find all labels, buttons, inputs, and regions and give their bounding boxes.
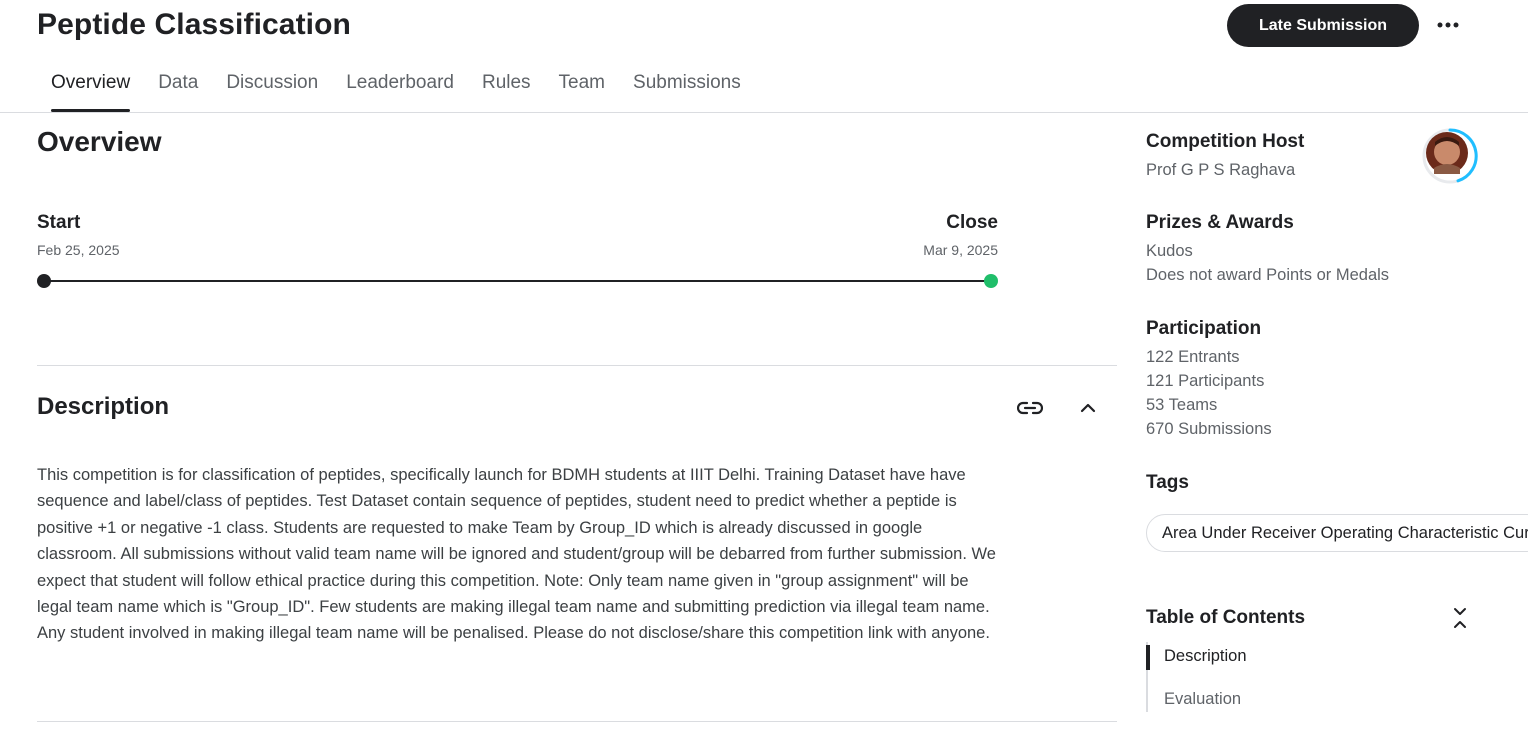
toc-active-indicator <box>1146 645 1150 670</box>
timeline-close-marker <box>984 274 998 288</box>
tab-data[interactable]: Data <box>144 60 212 112</box>
chevron-up-icon <box>1080 403 1096 413</box>
collapse-vertical-icon <box>1454 608 1466 628</box>
toc-item-evaluation[interactable]: Evaluation <box>1164 690 1241 709</box>
tab-submissions[interactable]: Submissions <box>619 60 755 112</box>
prize-value: Kudos <box>1146 242 1193 260</box>
section-divider-bottom <box>37 721 1117 722</box>
tab-leaderboard[interactable]: Leaderboard <box>332 60 468 112</box>
toc-toggle-button[interactable] <box>1446 603 1474 633</box>
tag-chip[interactable]: Area Under Receiver Operating Characteri… <box>1146 514 1528 552</box>
more-horizontal-icon <box>1437 22 1459 28</box>
timeline-close-label: Close <box>946 212 998 233</box>
host-avatar[interactable] <box>1422 128 1478 184</box>
participants-count: 121 Participants <box>1146 372 1265 390</box>
entrants-count: 122 Entrants <box>1146 348 1240 366</box>
section-divider <box>37 365 1117 366</box>
toc-item-description[interactable]: Description <box>1164 647 1247 666</box>
timeline-track <box>44 280 991 282</box>
tab-divider <box>0 112 1528 113</box>
timeline-start-marker <box>37 274 51 288</box>
host-heading: Competition Host <box>1146 131 1305 152</box>
copy-link-button[interactable] <box>1012 390 1048 426</box>
late-submission-button[interactable]: Late Submission <box>1227 4 1419 47</box>
prizes-heading: Prizes & Awards <box>1146 212 1294 233</box>
teams-count: 53 Teams <box>1146 396 1218 414</box>
overview-heading: Overview <box>37 126 162 157</box>
link-icon <box>1017 401 1043 415</box>
more-options-button[interactable] <box>1430 10 1466 40</box>
description-body: This competition is for classification o… <box>37 466 996 643</box>
prize-note: Does not award Points or Medals <box>1146 266 1390 284</box>
collapse-description-button[interactable] <box>1070 390 1106 426</box>
toc-heading: Table of Contents <box>1146 607 1306 628</box>
timeline-start-date: Feb 25, 2025 <box>37 242 120 258</box>
competition-title: Peptide Classification <box>37 8 351 41</box>
participation-heading: Participation <box>1146 318 1262 339</box>
submissions-count: 670 Submissions <box>1146 420 1272 438</box>
tags-heading: Tags <box>1146 472 1189 493</box>
description-heading: Description <box>37 393 170 420</box>
tab-rules[interactable]: Rules <box>468 60 545 112</box>
timeline-start-label: Start <box>37 212 81 233</box>
tab-discussion[interactable]: Discussion <box>212 60 332 112</box>
tab-overview[interactable]: Overview <box>37 60 144 112</box>
host-name[interactable]: Prof G P S Raghava <box>1146 161 1295 180</box>
tab-team[interactable]: Team <box>545 60 619 112</box>
tab-bar: Overview Data Discussion Leaderboard Rul… <box>37 60 755 112</box>
timeline-close-date: Mar 9, 2025 <box>923 242 998 258</box>
